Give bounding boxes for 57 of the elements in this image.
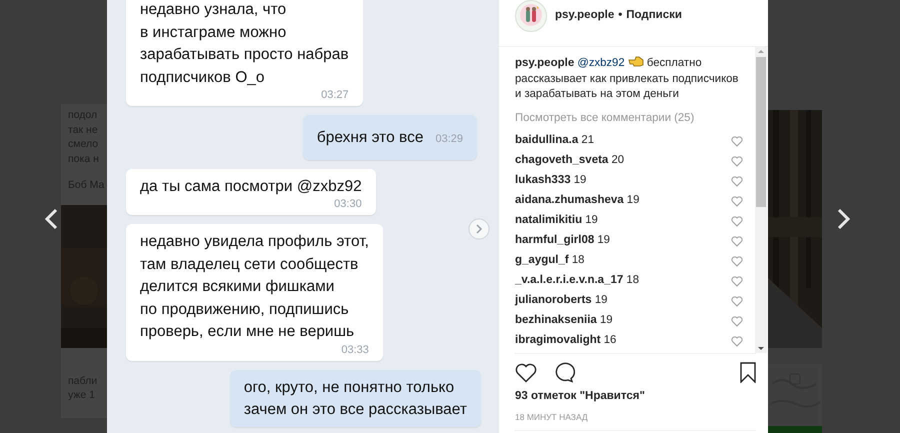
bookmark-icon[interactable]: [740, 362, 756, 383]
comment-username[interactable]: ibragimovalight: [515, 334, 601, 346]
separator: •: [618, 8, 622, 24]
comment-text: 16: [604, 334, 616, 346]
heart-icon[interactable]: [731, 176, 743, 186]
comment-username[interactable]: harmful_girl08: [515, 234, 594, 246]
comment-text: 19: [594, 294, 608, 306]
comment-text: 21: [581, 134, 594, 146]
heart-icon[interactable]: [731, 256, 743, 266]
comment-text: 19: [600, 314, 613, 326]
post-time: 18 МИНУТ НАЗАД: [515, 411, 756, 431]
comment-text: 18: [572, 254, 584, 266]
heart-icon[interactable]: [731, 236, 743, 246]
comment-username[interactable]: lukash333: [515, 174, 571, 186]
message-time: 03:27: [320, 89, 349, 101]
next-icon[interactable]: [468, 218, 490, 240]
comment-icon[interactable]: [553, 362, 575, 383]
comment-username[interactable]: baidullina.a: [515, 134, 578, 146]
message-text: недавно увидела профиль этот, там владелец сети сообществ делится всякими фишками по продвижению, подпишись проверь, если мне не веришь: [140, 233, 369, 340]
comment-username[interactable]: julianoroberts: [515, 294, 592, 306]
comment-username[interactable]: g_aygul_f: [515, 254, 569, 266]
message-time: 03:29: [435, 133, 463, 145]
comment-text: 20: [611, 154, 624, 166]
heart-icon[interactable]: [731, 276, 743, 286]
comment-text: 19: [597, 234, 610, 246]
follow-button[interactable]: Подписки: [626, 7, 682, 25]
heart-icon[interactable]: [731, 296, 743, 306]
comment-username[interactable]: bezhinakseniia: [515, 314, 597, 326]
comment-username[interactable]: aidana.zhumasheva: [515, 194, 624, 206]
comment-text: 18: [626, 274, 639, 286]
comment-username[interactable]: chagoveth_sveta: [515, 154, 608, 166]
scrollbar[interactable]: [755, 47, 767, 353]
like-icon[interactable]: [515, 362, 537, 382]
message-text: брехня это все: [316, 129, 424, 146]
message-text: да ты сама посмотри @zxbz92: [140, 178, 362, 194]
comment-text: 19: [574, 174, 586, 186]
comment-username[interactable]: natalimikitiu: [515, 214, 582, 226]
comment-text: 19: [626, 194, 640, 206]
comment-username[interactable]: _v.a.l.e.r.i.e.v.n.a_17: [515, 274, 624, 286]
message-text: ого, круто, не понятно только зачем он это все рассказывает: [244, 378, 467, 418]
heart-icon[interactable]: [731, 196, 743, 206]
pointing-hand-icon: [628, 56, 644, 67]
comment-text: 19: [585, 214, 598, 226]
heart-icon[interactable]: [731, 336, 743, 346]
likes-count: 93 отметок "Нравится": [515, 389, 646, 404]
heart-icon[interactable]: [731, 216, 743, 226]
message-time: 03:30: [333, 198, 362, 210]
caption: psy.people @zxbz92 бесплатно рассказывает как привлекать подписчиков и зарабатывать на этом деньги: [515, 56, 740, 102]
message-time: 03:33: [340, 344, 369, 356]
scrollbar-thumb[interactable]: [756, 57, 766, 207]
message-text: недавно узнала, что в инстаграме можно зарабатывать просто набрав подписчиков О_о: [140, 1, 349, 86]
username-link[interactable]: psy.people: [515, 57, 574, 69]
mention-link[interactable]: @zxbz92: [577, 57, 625, 69]
username-link[interactable]: psy.people: [555, 7, 614, 25]
heart-icon[interactable]: [731, 316, 743, 326]
heart-icon[interactable]: [731, 156, 743, 166]
heart-icon[interactable]: [731, 136, 743, 146]
